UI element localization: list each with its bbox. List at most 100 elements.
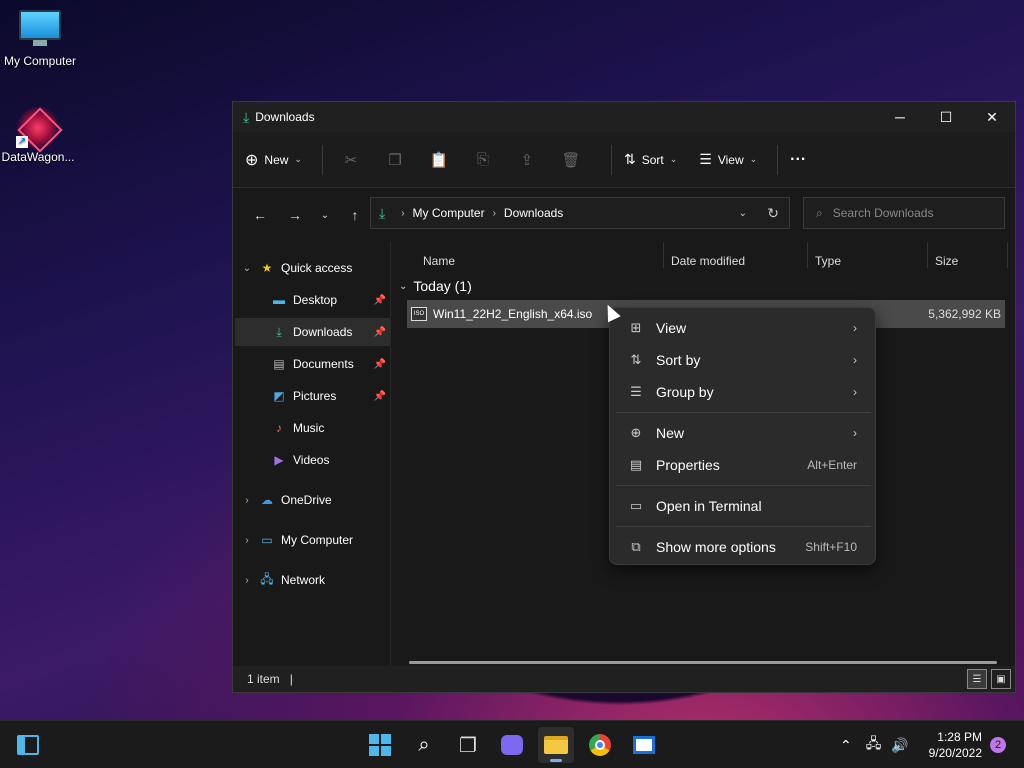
sort-button[interactable]: ⇅ Sort ⌄ (624, 151, 677, 168)
sidebar-item-label: Documents (293, 357, 354, 371)
notification-badge[interactable]: 2 (990, 737, 1006, 753)
column-divider[interactable] (927, 242, 928, 268)
menu-item-label: Properties (656, 457, 720, 473)
column-header-size[interactable]: Size (935, 254, 958, 268)
sidebar-item-label: OneDrive (281, 493, 332, 507)
chevron-up-icon[interactable]: ⌃ (840, 737, 852, 754)
cloud-icon: ☁ (261, 493, 273, 507)
breadcrumb-downloads[interactable]: Downloads (504, 206, 563, 220)
rename-icon[interactable]: ⎘ (467, 144, 499, 176)
new-button[interactable]: ⊕ New ⌄ (245, 150, 302, 170)
column-divider[interactable] (1007, 242, 1008, 268)
breadcrumb-my-computer[interactable]: My Computer (413, 206, 485, 220)
clock[interactable]: 1:28 PM 9/20/2022 (929, 729, 982, 761)
network-icon[interactable]: 🖧 (866, 733, 882, 757)
minimize-button[interactable]: ─ (877, 102, 923, 132)
cut-icon[interactable]: ✂ (335, 144, 367, 176)
file-name: Win11_22H2_English_x64.iso (433, 307, 593, 321)
chevron-down-icon: ⌄ (749, 154, 758, 164)
pin-icon[interactable]: 📌 (374, 327, 386, 338)
datawagon-icon: ↗ (16, 106, 60, 150)
menu-item-sort-by[interactable]: ⇅ Sort by › (614, 345, 871, 375)
column-header-type[interactable]: Type (815, 254, 841, 268)
desktop-icon-datawagon[interactable]: ↗ DataWagon... (0, 106, 78, 164)
column-header-name[interactable]: Name (423, 254, 455, 268)
horizontal-scrollbar[interactable] (409, 661, 997, 664)
sidebar-item-pictures[interactable]: ◩ Pictures 📌 (235, 382, 390, 410)
volume-icon[interactable]: 🔊 (891, 737, 908, 754)
properties-icon: ▤ (629, 457, 643, 472)
column-divider[interactable] (807, 242, 808, 268)
pin-icon[interactable]: 📌 (374, 391, 386, 402)
group-header[interactable]: ⌄ Today (1) (399, 278, 472, 294)
widgets-button[interactable] (10, 727, 46, 763)
maximize-button[interactable]: ☐ (923, 102, 969, 132)
share-out-icon: ⧉ (631, 539, 641, 554)
search-icon: ⌕ (816, 205, 823, 220)
clock-date: 9/20/2022 (928, 746, 982, 760)
title-bar[interactable]: ⤓ Downloads ─ ☐ ✕ (233, 102, 1015, 132)
chrome-button[interactable] (582, 727, 618, 763)
column-header-date-modified[interactable]: Date modified (671, 254, 745, 268)
large-icons-view-button[interactable]: ▣ (991, 669, 1011, 689)
chevron-down-icon: ⌄ (294, 154, 302, 164)
view-list-icon: ☰ (699, 151, 712, 167)
search-icon: ⌕ (418, 733, 430, 756)
menu-item-label: Sort by (656, 352, 701, 368)
menu-item-group-by[interactable]: ☰ Group by › (614, 377, 871, 407)
back-button[interactable]: ← (245, 200, 275, 230)
sidebar-item-downloads[interactable]: ⤓ Downloads 📌 (235, 318, 390, 346)
menu-item-view[interactable]: ⊞ View › (614, 313, 871, 343)
sidebar-item-my-computer[interactable]: › ▭ My Computer (239, 526, 353, 554)
chevron-down-icon[interactable]: ⌄ (239, 263, 255, 274)
sidebar-item-music[interactable]: ♪ Music (235, 414, 390, 442)
copy-icon[interactable]: ❐ (379, 144, 411, 176)
store-button[interactable] (626, 727, 662, 763)
pin-icon[interactable]: 📌 (374, 359, 386, 370)
close-button[interactable]: ✕ (969, 102, 1015, 132)
address-bar[interactable]: ⤓ › My Computer › Downloads ⌄ ↻ (370, 197, 790, 229)
share-icon[interactable]: ⇪ (511, 144, 543, 176)
sidebar-item-onedrive[interactable]: › ☁ OneDrive (239, 486, 332, 514)
chat-icon (501, 735, 523, 755)
chevron-down-icon: ⌄ (669, 154, 678, 164)
forward-button[interactable]: → (280, 200, 310, 230)
search-button[interactable]: ⌕ (406, 727, 442, 763)
start-button[interactable] (362, 727, 398, 763)
plus-circle-icon: ⊕ (245, 151, 259, 169)
status-bar: 1 item | ☰ ▣ (233, 666, 1015, 692)
menu-item-show-more-options[interactable]: ⧉ Show more options Shift+F10 (614, 532, 871, 562)
teams-chat-button[interactable] (494, 727, 530, 763)
sidebar-item-videos[interactable]: ▶ Videos (235, 446, 390, 474)
up-button[interactable]: ↑ (340, 200, 370, 230)
sort-icon: ⇅ (623, 151, 636, 167)
chevron-right-icon[interactable]: › (239, 575, 255, 586)
desktop-icon-label: My Computer (3, 54, 77, 68)
sidebar-item-desktop[interactable]: ▬ Desktop 📌 (235, 286, 390, 314)
view-button[interactable]: ☰ View ⌄ (699, 151, 757, 168)
task-view-button[interactable]: ❐ (450, 727, 486, 763)
chevron-right-icon[interactable]: › (239, 495, 255, 506)
chevron-down-icon[interactable]: ⌄ (739, 208, 747, 219)
delete-icon[interactable]: 🗑 (555, 144, 587, 176)
pin-icon[interactable]: 📌 (374, 295, 386, 306)
paste-icon[interactable]: 📋 (423, 144, 455, 176)
menu-item-properties[interactable]: ▤ Properties Alt+Enter (614, 450, 871, 480)
app-icon (633, 736, 655, 754)
sidebar-item-quick-access[interactable]: ⌄ ★ Quick access (239, 254, 353, 282)
details-view-button[interactable]: ☰ (967, 669, 987, 689)
menu-item-new[interactable]: ⊕ New › (614, 418, 871, 448)
more-options-button[interactable]: ··· (790, 151, 806, 169)
recent-locations-button[interactable]: ⌄ (310, 200, 340, 230)
menu-item-open-in-terminal[interactable]: ▭ Open in Terminal (614, 491, 871, 521)
sidebar-item-documents[interactable]: ▤ Documents 📌 (235, 350, 390, 378)
column-divider[interactable] (663, 242, 664, 268)
chevron-right-icon[interactable]: › (239, 535, 255, 546)
chevron-right-icon: › (853, 353, 857, 367)
desktop-icon-my-computer[interactable]: My Computer (0, 10, 80, 68)
sidebar-item-network[interactable]: › 🖧 Network (239, 566, 325, 594)
search-box[interactable]: ⌕ Search Downloads (803, 197, 1005, 229)
refresh-icon[interactable]: ↻ (767, 205, 779, 222)
terminal-icon: ▭ (629, 498, 643, 513)
file-explorer-taskbar-button[interactable] (538, 727, 574, 763)
